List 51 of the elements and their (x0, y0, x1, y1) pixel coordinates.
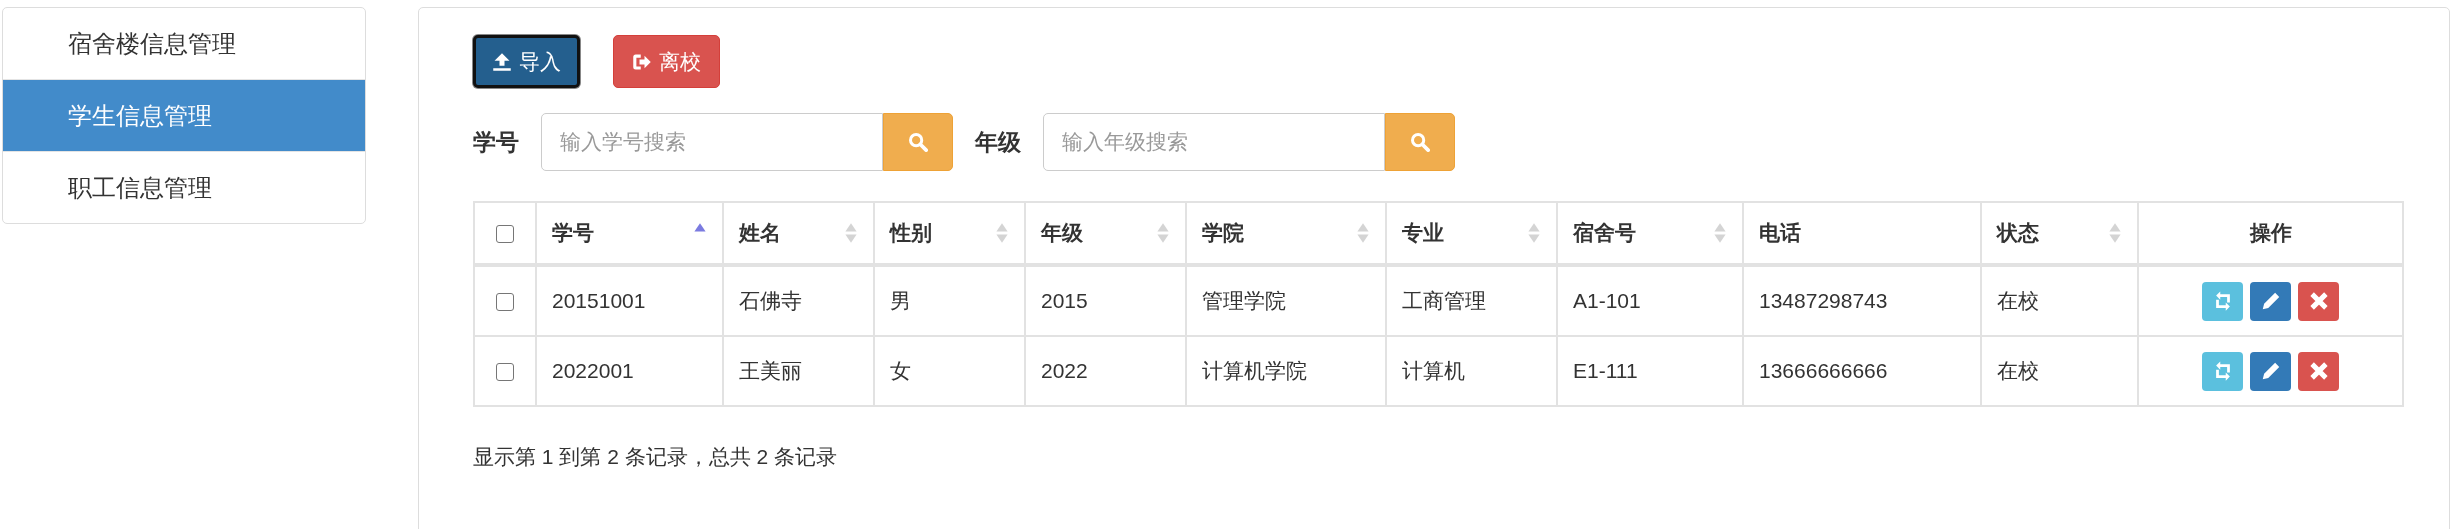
upload-icon (492, 51, 512, 72)
repost-button[interactable] (2202, 281, 2243, 321)
column-header: 状态 (1997, 220, 2039, 246)
column-header: 电话 (1759, 220, 1801, 246)
select-all-checkbox[interactable] (496, 225, 514, 244)
column-header: 学院 (1202, 220, 1244, 246)
table-cell: A1-101 (1573, 289, 1641, 312)
table-cell: E1-111 (1573, 359, 1638, 382)
search-icon (908, 132, 928, 152)
table-cell: 2022001 (552, 359, 634, 382)
table-cell: 2015 (1041, 289, 1088, 312)
leave-button[interactable]: 离校 (613, 35, 720, 88)
table-cell: 2022 (1041, 359, 1088, 382)
table-cell: 13487298743 (1759, 289, 1888, 312)
search-label: 学号 (473, 127, 519, 157)
table-cell: 在校 (1997, 359, 2039, 382)
search-label: 年级 (975, 127, 1021, 157)
delete-button[interactable] (2298, 281, 2339, 321)
table-cell: 王美丽 (739, 359, 802, 382)
record-summary: 显示第 1 到第 2 条记录，总共 2 条记录 (473, 444, 839, 470)
table-cell: 管理学院 (1202, 289, 1286, 312)
search-button[interactable] (883, 113, 953, 171)
sidebar-item[interactable]: 职工信息管理 (3, 152, 365, 223)
delete-button[interactable] (2298, 351, 2339, 391)
sidebar-item[interactable]: 学生信息管理 (3, 80, 365, 152)
table-cell: 20151001 (552, 289, 646, 312)
column-header: 宿舍号 (1573, 220, 1636, 246)
search-field[interactable]: 输入年级搜索 (1043, 113, 1385, 171)
edit-button[interactable] (2250, 281, 2291, 321)
row-checkbox[interactable] (496, 363, 514, 382)
column-header: 专业 (1402, 220, 1444, 246)
table-cell: 女 (890, 359, 911, 382)
edit-button[interactable] (2250, 351, 2291, 391)
column-header: 姓名 (739, 220, 781, 246)
search-button[interactable] (1385, 113, 1455, 171)
table-cell: 计算机学院 (1202, 359, 1307, 382)
column-header: 年级 (1041, 220, 1083, 246)
column-header: 性别 (890, 220, 932, 246)
table-cell: 工商管理 (1402, 289, 1486, 312)
search-icon (1410, 132, 1430, 152)
table-cell: 计算机 (1402, 359, 1465, 382)
row-checkbox[interactable] (496, 293, 514, 312)
column-header: 学号 (552, 220, 594, 246)
import-button[interactable]: 导入 (473, 35, 580, 88)
table-cell: 石佛寺 (739, 289, 802, 312)
table-cell: 男 (890, 289, 911, 312)
repost-button[interactable] (2202, 351, 2243, 391)
table-cell: 在校 (1997, 289, 2039, 312)
search-field[interactable]: 输入学号搜索 (541, 113, 883, 171)
column-header: 操作 (2249, 220, 2292, 246)
table-cell: 13666666666 (1759, 359, 1888, 382)
